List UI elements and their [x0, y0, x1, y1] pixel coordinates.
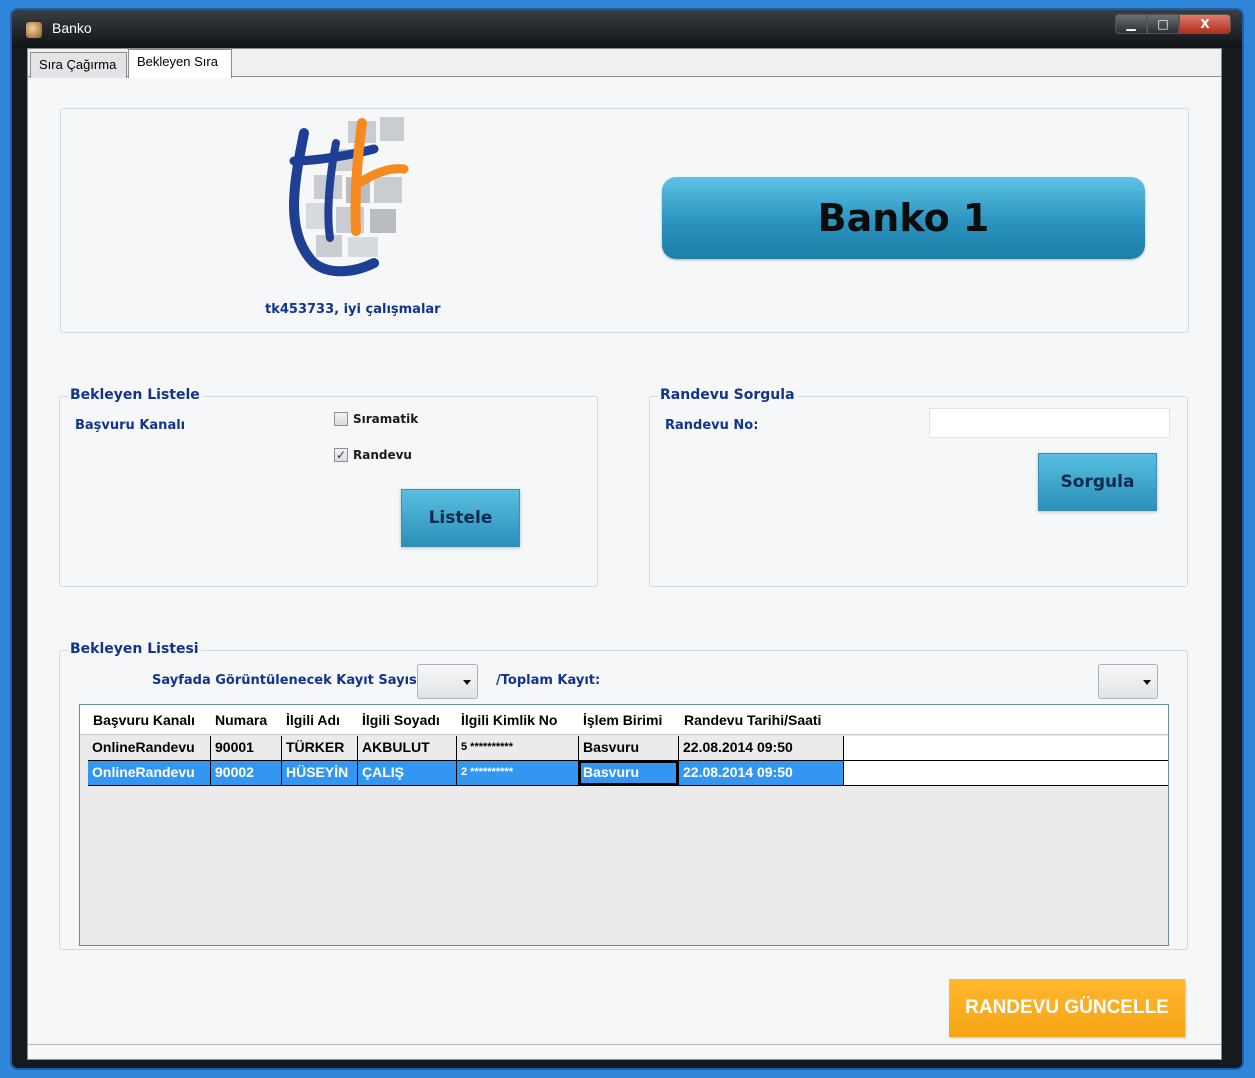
company-logo-icon [289, 117, 409, 277]
column-header[interactable]: Numara [210, 708, 267, 732]
bottom-divider [28, 1044, 1221, 1045]
chevron-down-icon [1143, 680, 1151, 685]
bekleyen-listesi-title: Bekleyen Listesi [68, 641, 201, 657]
table-cell-focused: Basvuru [579, 761, 678, 785]
column-header[interactable]: İşlem Birimi [578, 708, 662, 732]
table-cell: 22.08.2014 09:50 [683, 739, 793, 755]
column-header[interactable]: İlgili Kimlik No [456, 708, 557, 732]
randevu-checkbox[interactable]: ✓ [334, 448, 348, 462]
randevu-sorgula-title: Randevu Sorgula [658, 387, 797, 403]
randevu-label: Randevu [353, 448, 412, 462]
table-cell: TÜRKER [286, 739, 345, 755]
siramatik-label: Sıramatik [353, 412, 419, 426]
title-bar[interactable] [12, 10, 1242, 48]
cell-divider [843, 761, 844, 785]
bekleyen-grid[interactable]: Başvuru Kanalı Numara İlgili Adı İlgili … [79, 704, 1169, 946]
table-cell: 5 ********** [461, 741, 513, 753]
banko-label: Banko 1 [662, 177, 1145, 259]
table-cell: ÇALIŞ [362, 764, 404, 780]
column-header[interactable]: Randevu Tarihi/Saati [679, 708, 821, 732]
table-row[interactable]: OnlineRandevu 90001 TÜRKER AKBULUT 5 ***… [88, 736, 1168, 761]
siramatik-checkbox[interactable] [334, 412, 348, 426]
bekleyen-listele-title: Bekleyen Listele [68, 387, 202, 403]
close-button[interactable]: X [1179, 14, 1231, 34]
basvuru-kanali-label: Başvuru Kanalı [75, 418, 186, 433]
sorgula-button[interactable]: Sorgula [1038, 453, 1157, 511]
row-empty-area [843, 736, 1168, 760]
tab-sira-cagirma[interactable]: Sıra Çağırma [30, 52, 127, 78]
minimize-button[interactable]: ▁ [1115, 14, 1147, 34]
window-title: Banko [52, 20, 92, 36]
table-cell: Basvuru [583, 739, 640, 755]
table-cell: HÜSEYİN [286, 764, 349, 780]
app-icon [26, 22, 42, 38]
column-header[interactable]: İlgili Soyadı [357, 708, 440, 732]
row-empty-area [843, 761, 1168, 785]
grid-header: Başvuru Kanalı Numara İlgili Adı İlgili … [80, 705, 1168, 735]
table-cell: OnlineRandevu [92, 764, 195, 780]
greeting-text: tk453733, iyi çalışmalar [265, 302, 441, 317]
table-cell: 90001 [215, 739, 254, 755]
total-dropdown[interactable] [1098, 664, 1158, 699]
randevu-guncelle-button[interactable]: RANDEVU GÜNCELLE [949, 979, 1185, 1037]
table-cell: OnlineRandevu [92, 739, 195, 755]
tab-strip: Sıra Çağırma Bekleyen Sıra [28, 49, 1221, 78]
column-header[interactable]: Başvuru Kanalı [88, 708, 195, 732]
table-cell: 2 ********** [461, 766, 513, 778]
randevu-no-label: Randevu No: [665, 418, 759, 433]
listele-button[interactable]: Listele [401, 489, 520, 547]
table-cell: 22.08.2014 09:50 [683, 764, 793, 780]
tab-bekleyen-sira[interactable]: Bekleyen Sıra [128, 49, 232, 78]
table-cell: 90002 [215, 764, 254, 780]
cell-divider [843, 736, 844, 760]
table-row-selected[interactable]: OnlineRandevu 90002 HÜSEYİN ÇALIŞ 2 ****… [88, 761, 1168, 786]
chevron-down-icon [463, 680, 471, 685]
column-header[interactable]: İlgili Adı [281, 708, 340, 732]
page-size-dropdown[interactable] [417, 664, 478, 699]
page-size-label: Sayfada Görüntülenecek Kayıt Sayısı: [152, 673, 427, 688]
window-controls: ▁ □ X [1115, 14, 1231, 34]
total-label: /Toplam Kayıt: [496, 673, 601, 688]
randevu-no-input[interactable] [929, 408, 1170, 438]
maximize-button[interactable]: □ [1147, 14, 1179, 34]
table-cell: AKBULUT [362, 739, 430, 755]
